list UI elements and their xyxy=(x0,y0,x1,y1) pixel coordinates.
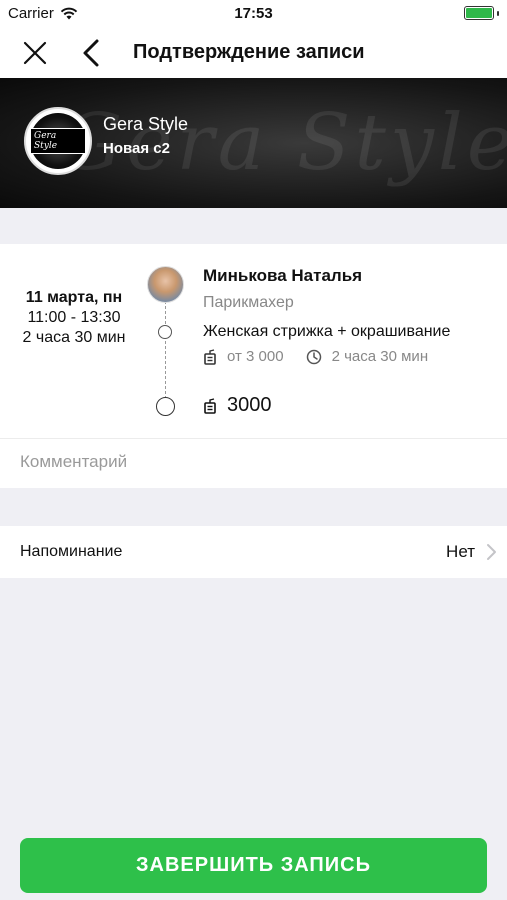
salon-name: Gera Style xyxy=(103,114,189,134)
reminder-row[interactable]: Напоминание Нет xyxy=(0,526,507,578)
total-row: 3000 xyxy=(203,394,272,417)
close-icon[interactable] xyxy=(20,39,50,67)
chevron-right-icon xyxy=(487,544,496,560)
salon-subtitle: Новая с2 xyxy=(103,140,170,157)
navigation-bar: Подтверждение записи xyxy=(0,28,507,78)
service-name: Женская стрижка + окрашивание xyxy=(203,323,451,340)
comment-input[interactable] xyxy=(20,452,480,472)
price-tag-icon xyxy=(204,348,216,365)
salon-logo: Gera Style xyxy=(24,107,92,175)
service-meta: от 3 000 2 часа 30 мин xyxy=(203,348,428,365)
status-bar: Carrier 17:53 xyxy=(0,0,507,28)
master-avatar xyxy=(147,266,184,303)
battery-icon xyxy=(464,6,499,20)
appointment-duration: 2 часа 30 мин xyxy=(22,329,126,346)
total-price: 3000 xyxy=(227,394,272,416)
reminder-value: Нет xyxy=(446,542,475,561)
page-title: Подтверждение записи xyxy=(133,41,365,63)
timeline-dot-total xyxy=(156,397,175,416)
timeline-line xyxy=(165,296,166,404)
appointment-date: 11 марта, пн xyxy=(25,289,123,306)
logo-text: Gera Style xyxy=(30,128,86,154)
clock-time: 17:53 xyxy=(234,5,273,22)
back-chevron-icon[interactable] xyxy=(78,37,106,69)
service-price: от 3 000 xyxy=(227,348,284,365)
master-role: Парикмахер xyxy=(203,294,294,311)
timeline-dot-service xyxy=(158,325,172,339)
service-duration: 2 часа 30 мин xyxy=(331,348,429,365)
appointment-time-range: 11:00 - 13:30 xyxy=(27,309,121,326)
appointment-datetime: 11 марта, пн 11:00 - 13:30 2 часа 30 мин xyxy=(18,288,130,348)
price-tag-icon xyxy=(204,397,216,414)
reminder-label: Напоминание xyxy=(20,543,123,560)
appointment-card: 11 марта, пн 11:00 - 13:30 2 часа 30 мин… xyxy=(0,244,507,438)
finish-booking-button[interactable]: ЗАВЕРШИТЬ ЗАПИСЬ xyxy=(20,838,487,893)
master-name: Минькова Наталья xyxy=(203,266,363,285)
comment-row xyxy=(0,438,507,488)
clock-icon xyxy=(306,349,321,364)
salon-banner: Gera Style Gera Style Gera Style Новая с… xyxy=(0,78,507,208)
